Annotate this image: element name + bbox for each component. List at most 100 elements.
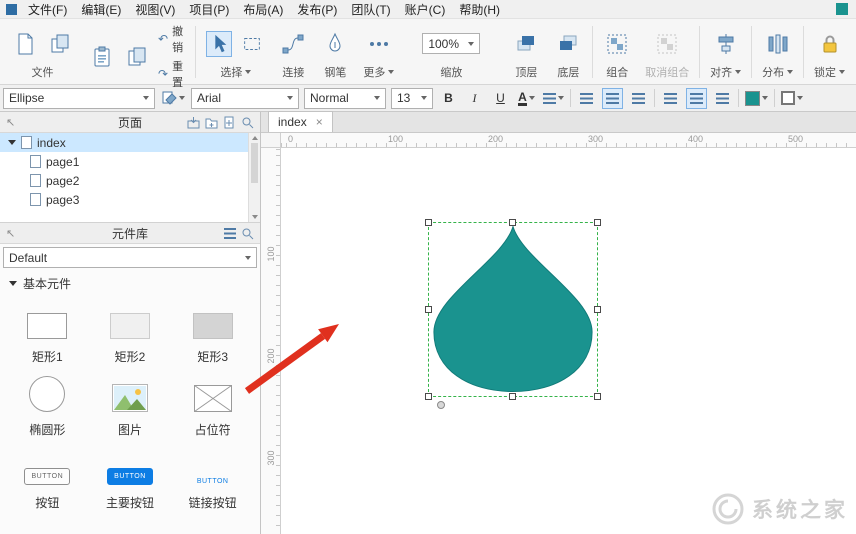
send-back-group: 底层 <box>547 22 589 82</box>
line-spacing-button[interactable] <box>542 88 565 109</box>
shape-selection[interactable] <box>425 219 601 409</box>
more-group-label: 更多 <box>363 64 395 80</box>
menu-account[interactable]: 账户(C) <box>398 1 453 18</box>
primary-button-widget-icon: BUTTON <box>106 468 153 485</box>
bold-button[interactable]: B <box>438 88 459 109</box>
valign-bottom-button[interactable] <box>712 88 733 109</box>
tree-item-page1[interactable]: page1 <box>0 152 260 171</box>
section-expand-icon <box>9 280 17 286</box>
style-manager-button[interactable] <box>160 88 186 109</box>
valign-top-button[interactable] <box>660 88 681 109</box>
copy-button[interactable] <box>123 43 151 71</box>
redo-button[interactable]: ↷ 重置 <box>158 58 185 90</box>
font-family-select[interactable]: Arial <box>191 87 299 109</box>
connect-tool-button[interactable] <box>279 30 307 58</box>
tree-item-label: index <box>37 135 66 150</box>
menu-project[interactable]: 项目(P) <box>182 1 236 18</box>
library-select[interactable]: Default <box>3 247 257 268</box>
menu-edit[interactable]: 编辑(E) <box>74 1 128 18</box>
resize-handle-n[interactable] <box>509 219 516 226</box>
search-icon[interactable] <box>241 227 254 240</box>
widget-rect1[interactable]: 矩形1 <box>6 297 89 370</box>
library-menu-icon[interactable] <box>224 227 236 239</box>
menu-publish[interactable]: 发布(P) <box>290 1 344 18</box>
distribute-button[interactable] <box>764 30 792 58</box>
valign-middle-button[interactable] <box>686 87 707 109</box>
widget-button[interactable]: BUTTON 按钮 <box>6 443 89 516</box>
border-style-button[interactable] <box>780 88 804 109</box>
menu-help[interactable]: 帮助(H) <box>452 1 507 18</box>
design-canvas[interactable] <box>281 148 856 534</box>
align-right-button[interactable] <box>628 88 649 109</box>
widget-rect3[interactable]: 矩形3 <box>171 297 254 370</box>
menu-file[interactable]: 文件(F) <box>21 1 74 18</box>
format-separator <box>774 89 775 107</box>
rotate-handle[interactable] <box>437 401 445 409</box>
pen-tool-button[interactable] <box>321 30 349 58</box>
menu-team[interactable]: 团队(T) <box>344 1 397 18</box>
shape-style-select[interactable]: Ellipse <box>3 87 155 109</box>
undo-icon: ↶ <box>158 32 169 46</box>
select-tool-button[interactable] <box>206 30 233 57</box>
widget-placeholder[interactable]: 占位符 <box>171 370 254 443</box>
bring-to-front-button[interactable] <box>512 30 540 58</box>
align-left-button[interactable] <box>576 88 597 109</box>
new-file-button[interactable] <box>11 30 39 58</box>
teardrop-shape[interactable] <box>430 224 596 395</box>
expand-arrow-icon[interactable] <box>8 140 16 145</box>
undo-button[interactable]: ↶ 撤销 <box>158 23 185 55</box>
widget-link-button[interactable]: BUTTON 链接按钮 <box>171 443 254 516</box>
widget-primary-button[interactable]: BUTTON 主要按钮 <box>89 443 172 516</box>
align-button[interactable] <box>712 30 740 58</box>
resize-handle-e[interactable] <box>594 305 601 313</box>
more-button[interactable] <box>364 31 394 57</box>
open-file-button[interactable] <box>46 30 74 58</box>
scroll-up-icon[interactable] <box>252 136 258 140</box>
tab-index[interactable]: index × <box>268 111 333 132</box>
font-weight-select[interactable]: Normal <box>304 87 386 109</box>
ungroup-button[interactable] <box>653 30 681 58</box>
lock-button[interactable] <box>816 30 844 58</box>
tree-item-index[interactable]: index <box>0 133 260 152</box>
send-to-back-button[interactable] <box>554 30 582 58</box>
collapse-panel-icon[interactable]: ↖ <box>6 227 15 240</box>
caret-down-icon <box>468 41 475 46</box>
paste-button[interactable] <box>88 43 116 71</box>
underline-button[interactable]: U <box>490 88 511 109</box>
fill-color-button[interactable] <box>744 88 769 109</box>
resize-handle-s[interactable] <box>509 393 516 400</box>
scroll-thumb[interactable] <box>251 143 258 183</box>
scroll-down-icon[interactable] <box>252 215 258 219</box>
align-center-button[interactable] <box>602 87 623 109</box>
italic-button[interactable]: I <box>464 88 485 109</box>
font-size-select[interactable]: 13 <box>391 87 433 109</box>
bring-front-icon <box>517 35 535 50</box>
tree-item-page3[interactable]: page3 <box>0 190 260 209</box>
add-folder-icon[interactable] <box>205 116 218 129</box>
widgets-section-header[interactable]: 基本元件 <box>0 271 260 295</box>
search-icon[interactable] <box>241 116 254 129</box>
zoom-select[interactable]: 100% <box>422 33 481 54</box>
widget-image[interactable]: 图片 <box>89 370 172 443</box>
tree-item-page2[interactable]: page2 <box>0 171 260 190</box>
resize-handle-ne[interactable] <box>594 219 601 226</box>
rect1-widget-icon <box>27 313 68 339</box>
widget-rect2[interactable]: 矩形2 <box>89 297 172 370</box>
widget-ellipse[interactable]: 椭圆形 <box>6 370 89 443</box>
menu-layout[interactable]: 布局(A) <box>236 1 290 18</box>
resize-handle-nw[interactable] <box>425 219 432 226</box>
add-page-icon[interactable] <box>223 116 236 129</box>
resize-handle-se[interactable] <box>594 393 601 400</box>
font-color-button[interactable]: A <box>516 88 537 109</box>
pages-scrollbar[interactable] <box>248 133 260 222</box>
resize-handle-w[interactable] <box>425 305 432 313</box>
collapse-panel-icon[interactable]: ↖ <box>6 116 15 129</box>
pages-panel-header: ↖ 页面 <box>0 112 260 133</box>
marquee-tool-button[interactable] <box>239 31 265 57</box>
ruler-row: 0 100 200 300 400 500 <box>261 133 856 148</box>
menu-view[interactable]: 视图(V) <box>128 1 182 18</box>
resize-handle-sw[interactable] <box>425 393 432 400</box>
group-button[interactable] <box>603 30 631 58</box>
tab-close-icon[interactable]: × <box>316 116 323 128</box>
import-page-icon[interactable] <box>187 116 200 129</box>
